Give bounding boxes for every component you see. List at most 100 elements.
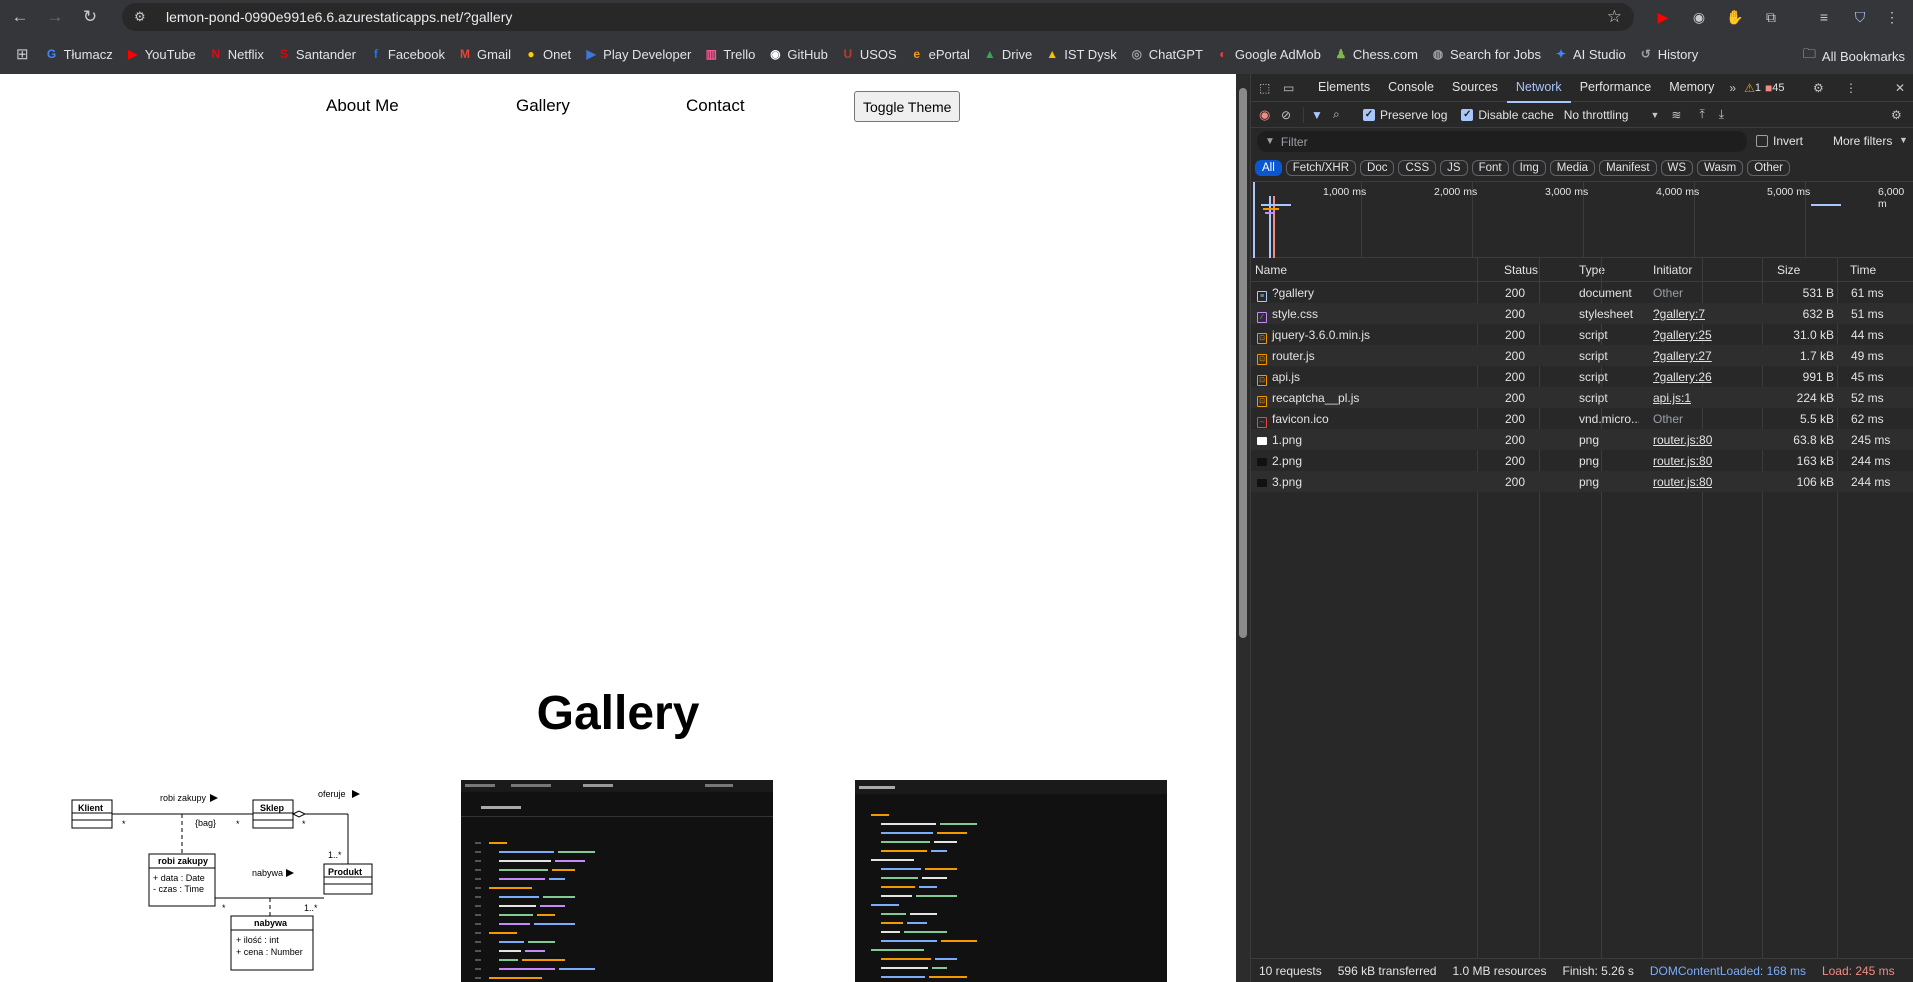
- site-info-icon[interactable]: ⚙: [134, 9, 152, 25]
- request-initiator[interactable]: ?gallery:7: [1653, 307, 1705, 321]
- type-filter-ws[interactable]: WS: [1660, 160, 1694, 176]
- more-tabs-icon[interactable]: »: [1729, 81, 1736, 95]
- bookmark-item[interactable]: ▥ Trello: [704, 47, 756, 62]
- gallery-image-3[interactable]: [855, 780, 1167, 982]
- nav-gallery[interactable]: Gallery: [516, 96, 570, 116]
- tab-performance[interactable]: Performance: [1571, 73, 1661, 103]
- request-initiator[interactable]: api.js:1: [1653, 391, 1691, 405]
- bookmark-item[interactable]: f Facebook: [369, 47, 445, 62]
- request-row[interactable]: ⊡ api.js 200 script ?gallery:26 991 B 45 ms: [1251, 366, 1913, 387]
- type-filter-img[interactable]: Img: [1512, 160, 1546, 176]
- network-conditions-icon[interactable]: ≋: [1671, 108, 1681, 122]
- type-filter-fetchxhr[interactable]: Fetch/XHR: [1285, 160, 1357, 176]
- all-bookmarks[interactable]: 🗀 All Bookmarks: [1803, 45, 1905, 67]
- bookmark-item[interactable]: S Santander: [277, 47, 356, 62]
- preserve-log-label[interactable]: Preserve log: [1380, 108, 1447, 122]
- request-initiator[interactable]: router.js:80: [1653, 433, 1712, 447]
- search-icon[interactable]: ⌕: [1333, 107, 1363, 122]
- clear-icon[interactable]: ⊘: [1281, 108, 1303, 122]
- tab-sources[interactable]: Sources: [1443, 73, 1507, 103]
- request-row[interactable]: ≡ ?gallery 200 document Other 531 B 61 ms: [1251, 282, 1913, 303]
- type-filter-font[interactable]: Font: [1471, 160, 1509, 176]
- col-initiator[interactable]: Initiator: [1653, 263, 1692, 277]
- tab-network[interactable]: Network: [1506, 73, 1571, 103]
- request-row[interactable]: ⁄ style.css 200 stylesheet ?gallery:7 632 B 51…: [1251, 303, 1913, 324]
- type-filter-wasm[interactable]: Wasm: [1697, 160, 1744, 176]
- request-row[interactable]: 2.png 200 png router.js:80 163 kB 244 ms: [1251, 450, 1913, 471]
- filter-input[interactable]: ▼ Filter: [1257, 131, 1747, 152]
- type-filter-doc[interactable]: Doc: [1360, 160, 1395, 176]
- extension-red-icon[interactable]: ✋: [1723, 5, 1747, 29]
- back-button[interactable]: ←: [5, 2, 35, 32]
- address-bar[interactable]: ⚙ lemon-pond-0990e991e6.6.azurestaticapp…: [122, 3, 1634, 31]
- bookmark-item[interactable]: G Tłumacz: [45, 47, 113, 62]
- preserve-log-checkbox[interactable]: ✓: [1363, 108, 1375, 121]
- bookmark-item[interactable]: ♟ Chess.com: [1334, 47, 1418, 62]
- tab-elements[interactable]: Elements: [1309, 73, 1379, 103]
- request-name[interactable]: 1.png: [1272, 433, 1302, 447]
- request-row[interactable]: ⊡ jquery-3.6.0.min.js 200 script ?gallery:25…: [1251, 324, 1913, 345]
- invert-label[interactable]: Invert: [1773, 134, 1803, 148]
- disable-cache-label[interactable]: Disable cache: [1478, 108, 1553, 122]
- profile-shield-icon[interactable]: ⛉: [1848, 5, 1872, 29]
- tab-console[interactable]: Console: [1379, 73, 1443, 103]
- close-devtools-icon[interactable]: ✕: [1895, 81, 1905, 95]
- export-har-icon[interactable]: ⤓: [1719, 107, 1724, 122]
- col-status[interactable]: Status: [1504, 263, 1538, 277]
- request-row[interactable]: 3.png 200 png router.js:80 106 kB 244 ms: [1251, 471, 1913, 492]
- nav-about-me[interactable]: About Me: [326, 96, 399, 116]
- url-text[interactable]: lemon-pond-0990e991e6.6.azurestaticapps.…: [166, 9, 512, 25]
- toggle-theme-button[interactable]: Toggle Theme: [854, 91, 961, 122]
- page-scrollbar[interactable]: [1236, 74, 1250, 982]
- invert-checkbox[interactable]: [1756, 135, 1768, 147]
- bookmark-item[interactable]: ◐ Google AdMob: [1216, 47, 1321, 62]
- request-initiator[interactable]: router.js:80: [1653, 475, 1712, 489]
- request-row[interactable]: ⊡ recaptcha__pl.js 200 script api.js:1 224 kB…: [1251, 387, 1913, 408]
- bookmark-item[interactable]: ◎ ChatGPT: [1130, 47, 1202, 62]
- type-filter-all[interactable]: All: [1255, 160, 1282, 176]
- extension-icon[interactable]: ◉: [1687, 5, 1711, 29]
- request-name[interactable]: 2.png: [1272, 454, 1302, 468]
- request-name[interactable]: jquery-3.6.0.min.js: [1272, 328, 1370, 342]
- reading-list-icon[interactable]: ≡: [1812, 5, 1836, 29]
- col-time[interactable]: Time: [1850, 263, 1876, 277]
- request-name[interactable]: favicon.ico: [1272, 412, 1329, 426]
- network-settings-icon[interactable]: ⚙: [1891, 108, 1902, 122]
- more-filters-dropdown-icon[interactable]: ▼: [1899, 135, 1908, 145]
- request-row[interactable]: ⊡ router.js 200 script ?gallery:27 1.7 kB 49 m…: [1251, 345, 1913, 366]
- type-filter-js[interactable]: JS: [1440, 160, 1468, 176]
- bookmark-item[interactable]: ◉ GitHub: [768, 47, 828, 62]
- request-initiator[interactable]: ?gallery:27: [1653, 349, 1712, 363]
- gallery-image-1[interactable]: Klient Sklep Produkt robi zakupy nabywa …: [70, 780, 380, 982]
- request-initiator[interactable]: ?gallery:25: [1653, 328, 1712, 342]
- error-icon[interactable]: ■: [1765, 81, 1772, 95]
- bookmark-item[interactable]: ◍ Search for Jobs: [1431, 47, 1541, 62]
- menu-kebab-icon[interactable]: ⋮: [1880, 5, 1904, 29]
- request-row[interactable]: 1.png 200 png router.js:80 63.8 kB 245 ms: [1251, 429, 1913, 450]
- bookmark-item[interactable]: M Gmail: [458, 47, 511, 62]
- col-size[interactable]: Size: [1777, 263, 1800, 277]
- scrollbar-thumb[interactable]: [1239, 88, 1247, 638]
- bookmark-item[interactable]: ▲ Drive: [983, 47, 1032, 62]
- youtube-extension-icon[interactable]: ▶: [1651, 5, 1675, 29]
- request-row[interactable]: ∼ favicon.ico 200 vnd.micro... Other 5.5 kB 62…: [1251, 408, 1913, 429]
- device-toolbar-icon[interactable]: ▭: [1283, 81, 1309, 95]
- bookmark-item[interactable]: ✦ AI Studio: [1554, 47, 1626, 62]
- request-name[interactable]: recaptcha__pl.js: [1272, 391, 1359, 405]
- request-name[interactable]: api.js: [1272, 370, 1300, 384]
- devtools-menu-icon[interactable]: ⋮: [1845, 81, 1857, 95]
- request-name[interactable]: 3.png: [1272, 475, 1302, 489]
- apps-grid-icon[interactable]: ⊞: [16, 45, 29, 63]
- bookmark-item[interactable]: ▲ IST Dysk: [1045, 47, 1116, 62]
- type-filter-css[interactable]: CSS: [1398, 160, 1437, 176]
- more-filters[interactable]: More filters: [1833, 134, 1892, 148]
- bookmark-item[interactable]: ↺ History: [1639, 47, 1698, 62]
- import-har-icon[interactable]: ⤒: [1699, 107, 1704, 122]
- bookmark-star-icon[interactable]: ☆: [1607, 7, 1622, 27]
- gallery-image-2[interactable]: [461, 780, 773, 982]
- network-timeline[interactable]: 1,000 ms 2,000 ms 3,000 ms 4,000 ms 5,00…: [1251, 182, 1913, 258]
- extensions-puzzle-icon[interactable]: ⧉: [1759, 5, 1783, 29]
- record-icon[interactable]: ◉: [1259, 107, 1281, 123]
- inspect-element-icon[interactable]: ⬚: [1259, 81, 1283, 95]
- request-name[interactable]: ?gallery: [1272, 286, 1314, 300]
